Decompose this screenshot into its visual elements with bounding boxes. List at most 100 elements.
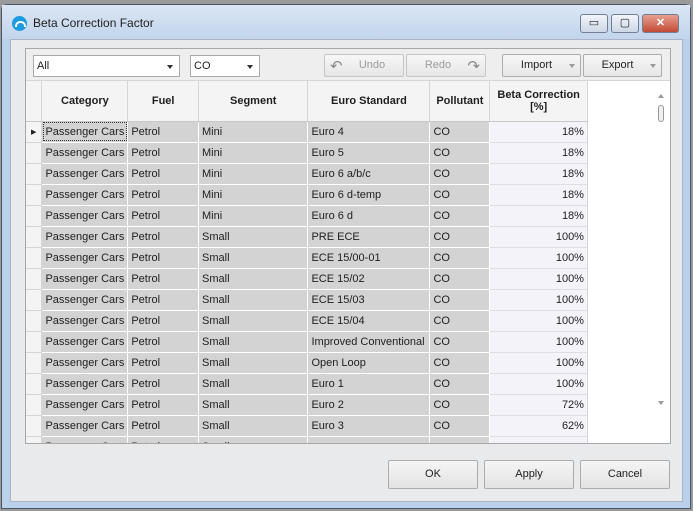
cell-segment[interactable]: Mini	[198, 121, 309, 143]
row-indicator[interactable]	[26, 373, 43, 395]
table-row[interactable]: Passenger Cars Petrol Small Open Loop CO 100%	[26, 352, 653, 374]
column-header-segment[interactable]: Segment	[198, 81, 309, 122]
cell-pollutant[interactable]: CO	[429, 226, 491, 248]
cell-euro-standard[interactable]: Euro 6 a/b/c	[307, 163, 431, 185]
cell-pollutant[interactable]: CO	[429, 394, 491, 416]
cell-category[interactable]: Passenger Cars	[41, 205, 129, 227]
import-button[interactable]: Import	[502, 54, 581, 77]
vertical-scrollbar[interactable]	[653, 89, 670, 411]
table-row[interactable]: Passenger Cars Petrol Mini Euro 6 d CO 18%	[26, 205, 653, 227]
cell-category[interactable]: Passenger Cars	[41, 163, 129, 185]
table-row[interactable]: Passenger Cars Petrol Small ECE 15/00-01 CO 1…	[26, 247, 653, 269]
cell-beta-correction[interactable]: 100%	[489, 226, 588, 248]
ok-button[interactable]: OK	[388, 460, 478, 489]
apply-button[interactable]: Apply	[484, 460, 574, 489]
cell-category[interactable]: Passenger Cars	[41, 415, 129, 437]
cancel-button[interactable]: Cancel	[580, 460, 670, 489]
cell-category[interactable]: Passenger Cars	[41, 310, 129, 332]
cell-beta-correction[interactable]: 100%	[489, 352, 588, 374]
cell-beta-correction[interactable]: 18%	[489, 184, 588, 206]
cell-beta-correction[interactable]: 100%	[489, 331, 588, 353]
cell-fuel[interactable]: Petrol	[127, 289, 200, 311]
table-row[interactable]: Passenger Cars Petrol Small ECE 15/04 CO 100%	[26, 310, 653, 332]
cell-fuel[interactable]: Petrol	[127, 268, 200, 290]
cell-euro-standard[interactable]	[307, 436, 431, 443]
cell-euro-standard[interactable]: ECE 15/02	[307, 268, 431, 290]
column-header-euro-standard[interactable]: Euro Standard	[307, 81, 431, 122]
table-row[interactable]: Passenger CarsPetrolSmall	[26, 436, 653, 443]
cell-pollutant[interactable]: CO	[429, 121, 491, 143]
maximize-button[interactable]: ▢	[611, 14, 639, 33]
column-header-beta-correction[interactable]: Beta Correction [%]	[489, 81, 588, 122]
cell-beta-correction[interactable]: 72%	[489, 394, 588, 416]
cell-euro-standard[interactable]: ECE 15/00-01	[307, 247, 431, 269]
cell-beta-correction[interactable]: 18%	[489, 205, 588, 227]
cell-segment[interactable]: Mini	[198, 184, 309, 206]
cell-beta-correction[interactable]: 100%	[489, 373, 588, 395]
cell-euro-standard[interactable]: Euro 5	[307, 142, 431, 164]
row-indicator[interactable]	[26, 331, 43, 353]
cell-fuel[interactable]: Petrol	[127, 310, 200, 332]
cell-category[interactable]: Passenger Cars	[41, 289, 129, 311]
scroll-up-icon[interactable]	[658, 94, 664, 98]
cell-segment[interactable]: Small	[198, 247, 309, 269]
row-indicator[interactable]	[26, 226, 43, 248]
cell-euro-standard[interactable]: ECE 15/03	[307, 289, 431, 311]
cell-segment[interactable]: Small	[198, 352, 309, 374]
cell-category[interactable]: Passenger Cars	[41, 226, 129, 248]
cell-fuel[interactable]: Petrol	[127, 331, 200, 353]
cell-pollutant[interactable]: CO	[429, 163, 491, 185]
row-indicator[interactable]	[26, 184, 43, 206]
cell-pollutant[interactable]: CO	[429, 352, 491, 374]
cell-segment[interactable]: Small	[198, 373, 309, 395]
table-row[interactable]: Passenger Cars Petrol Small Euro 2 CO 72%	[26, 394, 653, 416]
cell-segment[interactable]: Mini	[198, 163, 309, 185]
cell-beta-correction[interactable]: 100%	[489, 247, 588, 269]
cell-pollutant[interactable]: CO	[429, 373, 491, 395]
cell-category[interactable]: Passenger Cars	[41, 373, 129, 395]
cell-euro-standard[interactable]: Open Loop	[307, 352, 431, 374]
cell-category[interactable]: Passenger Cars	[41, 394, 129, 416]
cell-pollutant[interactable]: CO	[429, 184, 491, 206]
pollutant-filter-select[interactable]: CO	[190, 55, 260, 77]
scroll-thumb[interactable]	[658, 105, 664, 122]
cell-category[interactable]: Passenger Cars	[41, 184, 129, 206]
row-indicator[interactable]	[26, 163, 43, 185]
table-row[interactable]: Passenger Cars Petrol Mini Euro 6 d-temp CO 1…	[26, 184, 653, 206]
cell-pollutant[interactable]: CO	[429, 289, 491, 311]
cell-pollutant[interactable]: CO	[429, 142, 491, 164]
cell-segment[interactable]: Small	[198, 394, 309, 416]
cell-beta-correction[interactable]: 62%	[489, 415, 588, 437]
table-row[interactable]: Passenger Cars Petrol Mini Euro 5 CO 18%	[26, 142, 653, 164]
cell-fuel[interactable]: Petrol	[127, 436, 200, 443]
cell-fuel[interactable]: Petrol	[127, 142, 200, 164]
row-indicator[interactable]	[26, 247, 43, 269]
cell-euro-standard[interactable]: Euro 3	[307, 415, 431, 437]
category-filter-select[interactable]: All	[33, 55, 180, 77]
cell-beta-correction[interactable]: 100%	[489, 289, 588, 311]
cell-segment[interactable]: Mini	[198, 142, 309, 164]
table-row[interactable]: Passenger Cars Petrol Small PRE ECE CO 100%	[26, 226, 653, 248]
cell-euro-standard[interactable]: PRE ECE	[307, 226, 431, 248]
cell-fuel[interactable]: Petrol	[127, 163, 200, 185]
cell-pollutant[interactable]: CO	[429, 247, 491, 269]
table-row[interactable]: Passenger Cars Petrol Small Euro 3 CO 62%	[26, 415, 653, 437]
table-row[interactable]: Passenger Cars Petrol Small ECE 15/03 CO 100%	[26, 289, 653, 311]
cell-euro-standard[interactable]: ECE 15/04	[307, 310, 431, 332]
cell-beta-correction[interactable]: 18%	[489, 142, 588, 164]
column-header-pollutant[interactable]: Pollutant	[429, 81, 491, 122]
row-indicator[interactable]	[26, 289, 43, 311]
cell-fuel[interactable]: Petrol	[127, 247, 200, 269]
row-indicator[interactable]	[26, 142, 43, 164]
table-row[interactable]: Passenger Cars Petrol Small ECE 15/02 CO 100%	[26, 268, 653, 290]
cell-fuel[interactable]: Petrol	[127, 121, 200, 143]
minimize-button[interactable]: ▭	[580, 14, 608, 33]
cell-segment[interactable]: Small	[198, 226, 309, 248]
cell-beta-correction[interactable]: 100%	[489, 268, 588, 290]
row-indicator[interactable]	[26, 205, 43, 227]
row-indicator[interactable]	[26, 310, 43, 332]
cell-pollutant[interactable]: CO	[429, 268, 491, 290]
cell-segment[interactable]: Small	[198, 331, 309, 353]
row-indicator[interactable]	[26, 352, 43, 374]
cell-beta-correction[interactable]	[489, 436, 588, 443]
